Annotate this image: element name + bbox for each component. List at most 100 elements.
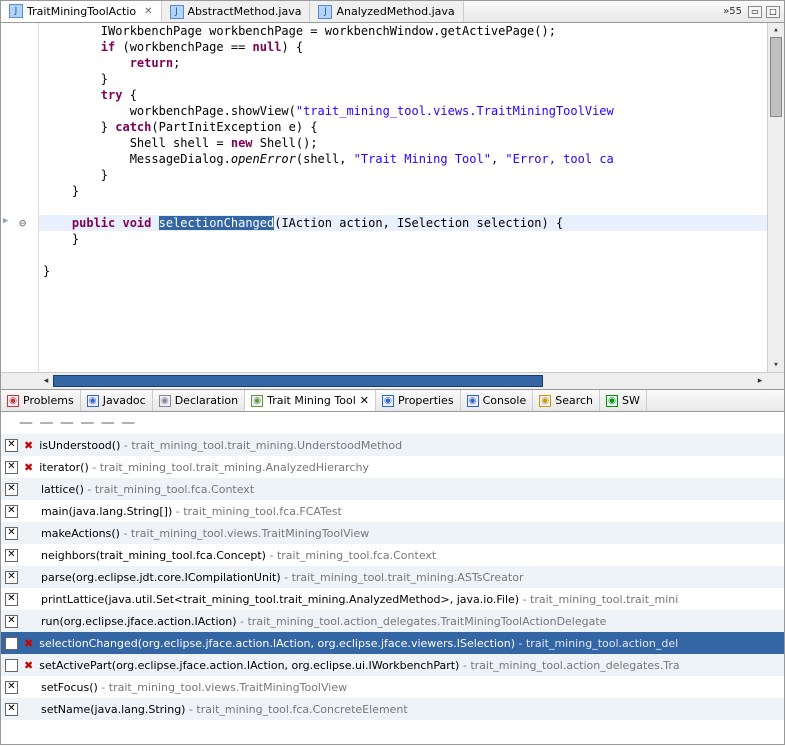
tree-view[interactable]: — — — — — — ✕✖isUnderstood() - trait_min… (1, 412, 784, 744)
checkbox[interactable]: ✕ (5, 505, 18, 518)
error-icon: ✖ (24, 461, 33, 474)
maximize-button[interactable]: □ (766, 6, 780, 18)
qualifier: - trait_mining_tool.fca.FCATest (172, 505, 342, 518)
checkbox[interactable]: ✕ (5, 703, 18, 716)
code-body[interactable]: IWorkbenchPage workbenchPage = workbench… (39, 23, 767, 372)
view-tab-label: Declaration (175, 394, 238, 407)
code-line[interactable]: } (39, 263, 767, 279)
fold-toggle-icon[interactable]: ⊖ (19, 216, 26, 230)
code-line[interactable]: Shell shell = new Shell(); (39, 135, 767, 151)
list-item[interactable]: ✖selectionChanged(org.eclipse.jface.acti… (1, 632, 784, 654)
qualifier: - trait_mining_tool.action_del (515, 637, 678, 650)
list-item[interactable]: ✕ setFocus() - trait_mining_tool.views.Tr… (1, 676, 784, 698)
view-tab-label: Trait Mining Tool (267, 394, 356, 407)
code-line[interactable]: } catch(PartInitException e) { (39, 119, 767, 135)
code-line[interactable]: MessageDialog.openError(shell, "Trait Mi… (39, 151, 767, 167)
checkbox[interactable]: ✕ (5, 593, 18, 606)
code-line[interactable]: public void selectionChanged(IAction act… (39, 215, 767, 231)
view-tab[interactable]: ◉Console (461, 390, 534, 411)
checkbox[interactable] (5, 659, 18, 672)
editor-gutter[interactable]: ⊖▶ (1, 23, 39, 372)
scroll-up-arrow[interactable]: ▴ (768, 23, 784, 37)
code-line[interactable]: } (39, 71, 767, 87)
vscroll-thumb[interactable] (770, 37, 782, 117)
view-tab[interactable]: ◉ Search (533, 390, 600, 411)
view-tab-label: Problems (23, 394, 74, 407)
view-icon: ◉ (467, 395, 479, 407)
qualifier: - trait_mining_tool.fca.Context (266, 549, 436, 562)
view-tab[interactable]: ◉ Trait Mining Tool ✕ (245, 390, 376, 411)
list-item[interactable]: ✕ ✖ iterator() - trait_mining_tool.trait_m… (1, 456, 784, 478)
code-line[interactable] (39, 247, 767, 263)
method-name: main(java.lang.String[]) - trait_mining_… (41, 505, 342, 518)
editor-tab[interactable]: JTraitMiningToolActio✕ (1, 1, 162, 22)
method-name: neighbors(trait_mining_tool.fca.Concept)… (41, 549, 436, 562)
view-icon: ◉ (251, 395, 263, 407)
list-item[interactable]: ✕ neighbors(trait_mining_tool.fca.Concept… (1, 544, 784, 566)
view-tab[interactable]: ◉SW (600, 390, 647, 411)
list-item[interactable]: ✕lattice() - trait_mining_tool.fca.Conte… (1, 478, 784, 500)
view-tab[interactable]: ◉Javadoc (81, 390, 153, 411)
vertical-scrollbar[interactable]: ▴ ▾ (767, 23, 784, 372)
method-name: setFocus() - trait_mining_tool.views.Tra… (41, 681, 347, 694)
view-tab-label: Search (555, 394, 593, 407)
editor-tab-label: AnalyzedMethod.java (336, 5, 454, 18)
code-line[interactable]: try { (39, 87, 767, 103)
error-icon: ✖ (24, 439, 33, 452)
checkbox[interactable]: ✕ (5, 527, 18, 540)
checkbox[interactable]: ✕ (5, 439, 18, 452)
checkbox[interactable]: ✕ (5, 483, 18, 496)
method-name: makeActions() - trait_mining_tool.views.… (41, 527, 369, 540)
method-name: parse(org.eclipse.jdt.core.ICompilationU… (41, 571, 523, 584)
view-icon: ◉ (539, 395, 551, 407)
close-icon[interactable]: ✕ (144, 6, 152, 17)
checkbox[interactable] (5, 637, 18, 650)
close-icon[interactable]: ✕ (360, 394, 369, 407)
code-line[interactable] (39, 199, 767, 215)
method-name: iterator() - trait_mining_tool.trait_min… (39, 461, 369, 474)
editor-tab[interactable]: J AbstractMethod.java (162, 1, 311, 22)
view-tab[interactable]: ◉Declaration (153, 390, 245, 411)
list-item[interactable]: ✕✖isUnderstood() - trait_mining_tool.tra… (1, 434, 784, 456)
view-tab[interactable]: ◉Properties (376, 390, 461, 411)
scroll-right-arrow[interactable]: ▸ (753, 373, 767, 389)
method-name: setActivePart(org.eclipse.jface.action.I… (39, 659, 679, 672)
error-icon: ✖ (24, 637, 33, 650)
list-item[interactable]: ✕run(org.eclipse.jface.action.IAction) -… (1, 610, 784, 632)
tab-overflow-indicator[interactable]: »55 (717, 6, 748, 17)
code-line[interactable]: } (39, 231, 767, 247)
horizontal-scrollbar[interactable]: ◂ ▸ (1, 372, 784, 389)
qualifier: - trait_mining_tool.trait_mini (519, 593, 678, 606)
view-tab-label: Properties (398, 394, 454, 407)
java-file-icon: J (318, 5, 332, 19)
view-tab[interactable]: ◉Problems (1, 390, 81, 411)
list-item[interactable]: ✕printLattice(java.util.Set<trait_mining… (1, 588, 784, 610)
code-line[interactable]: return; (39, 55, 767, 71)
qualifier: - trait_mining_tool.trait_mining.Underst… (120, 439, 402, 452)
list-truncated-top: — — — — — — (1, 412, 784, 434)
hscroll-thumb[interactable] (53, 375, 543, 387)
editor-tab-label: AbstractMethod.java (188, 5, 302, 18)
checkbox[interactable]: ✕ (5, 571, 18, 584)
override-marker-icon[interactable]: ▶ (3, 216, 8, 226)
checkbox[interactable]: ✕ (5, 461, 18, 474)
code-line[interactable]: if (workbenchPage == null) { (39, 39, 767, 55)
editor-tab[interactable]: J AnalyzedMethod.java (310, 1, 463, 22)
code-line[interactable]: IWorkbenchPage workbenchPage = workbench… (39, 23, 767, 39)
checkbox[interactable]: ✕ (5, 615, 18, 628)
code-line[interactable]: } (39, 183, 767, 199)
java-file-icon: J (170, 5, 184, 19)
list-item[interactable]: ✕ main(java.lang.String[]) - trait_mining… (1, 500, 784, 522)
list-item[interactable]: ✕ makeActions() - trait_mining_tool.views… (1, 522, 784, 544)
list-item[interactable]: ✖ setActivePart(org.eclipse.jface.action.… (1, 654, 784, 676)
list-item[interactable]: ✕ parse(org.eclipse.jdt.core.ICompilation… (1, 566, 784, 588)
checkbox[interactable]: ✕ (5, 549, 18, 562)
minimize-button[interactable]: ▭ (748, 6, 762, 18)
scroll-down-arrow[interactable]: ▾ (768, 358, 784, 372)
checkbox[interactable]: ✕ (5, 681, 18, 694)
code-line[interactable]: } (39, 167, 767, 183)
scroll-left-arrow[interactable]: ◂ (39, 373, 53, 389)
list-item[interactable]: ✕setName(java.lang.String) - trait_minin… (1, 698, 784, 720)
error-icon: ✖ (24, 659, 33, 672)
code-line[interactable]: workbenchPage.showView("trait_mining_too… (39, 103, 767, 119)
